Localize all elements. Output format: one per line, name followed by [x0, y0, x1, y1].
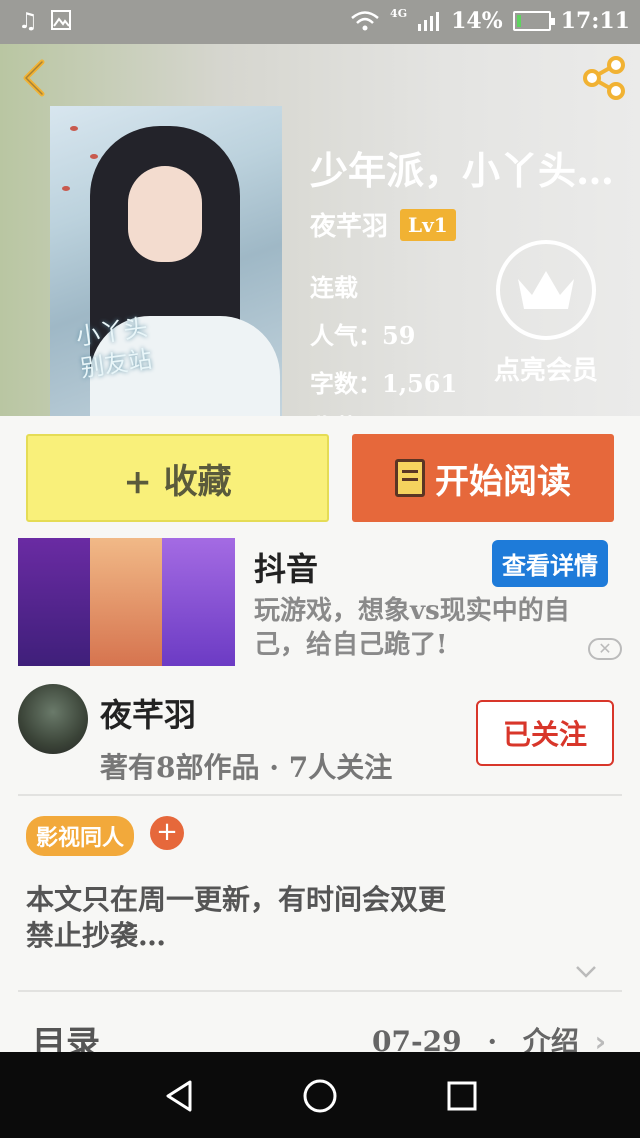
genre-tag[interactable]: 影视同人 [26, 816, 135, 856]
author-stats: 著有8部作品 · 7人关注 [100, 751, 393, 784]
intro-link[interactable]: 介绍 [523, 1025, 579, 1052]
vip-button[interactable]: 点亮会员 [486, 240, 606, 387]
latest-update-date: 07-29 [372, 1025, 462, 1052]
recent-apps-icon[interactable] [442, 1076, 482, 1116]
collect-button[interactable]: + 收藏 [26, 434, 329, 522]
battery-icon [512, 11, 555, 31]
add-tag-button[interactable]: + [150, 816, 184, 850]
clock: 17:11 [560, 8, 630, 34]
book-author[interactable]: 夜芊羽 [310, 206, 388, 243]
status-bar: ♫ 4G 14% 17:11 [0, 0, 640, 44]
chevron-down-icon[interactable] [574, 964, 598, 980]
network-type: 4G [390, 6, 408, 20]
book-intro[interactable]: 本文只在周一更新，有时间会双更 禁止抄袭… [26, 882, 586, 954]
avatar[interactable] [18, 684, 88, 754]
back-nav-icon[interactable] [160, 1076, 200, 1116]
book-title: 少年派，小丫头… [310, 148, 615, 193]
crown-icon [518, 271, 574, 309]
toc-links[interactable]: 07-29 · 介绍 › [372, 1020, 606, 1052]
ad-title: 抖音 [254, 550, 319, 588]
book-popularity: 人气：59 [310, 321, 416, 350]
chevron-right-icon: › [594, 1025, 607, 1052]
divider [18, 990, 622, 992]
image-icon [50, 10, 71, 30]
system-nav-bar [0, 1052, 640, 1138]
book-collect-count: 收藏：1 [310, 408, 399, 416]
book-cover[interactable]: 小丫头 别友站 [50, 106, 282, 416]
music-icon: ♫ [18, 9, 38, 34]
ad-image[interactable] [18, 538, 235, 666]
ad-banner[interactable]: 抖音 查看详情 玩游戏，想象vs现实中的自己，给自己跪了! ✕ [18, 538, 622, 668]
ad-description: 玩游戏，想象vs现实中的自己，给自己跪了! [254, 596, 570, 660]
share-icon[interactable] [580, 54, 628, 102]
start-reading-label: 开始阅读 [435, 461, 571, 502]
battery-percent: 14% [451, 8, 503, 34]
wifi-icon [351, 11, 379, 31]
close-icon[interactable]: ✕ [588, 638, 622, 660]
follow-button[interactable]: 已关注 [476, 700, 614, 766]
book-detail-body: + 收藏 开始阅读 抖音 查看详情 玩游戏，想象vs现实中的自己，给自己跪了! … [0, 416, 640, 1052]
ad-detail-button[interactable]: 查看详情 [492, 540, 608, 587]
level-badge: Lv1 [400, 208, 456, 241]
author-name[interactable]: 夜芊羽 [100, 690, 196, 736]
back-icon[interactable] [14, 56, 58, 100]
author-card[interactable]: 夜芊羽 著有8部作品 · 7人关注 已关注 [18, 684, 622, 794]
divider [18, 794, 622, 796]
home-nav-icon[interactable] [300, 1076, 340, 1116]
book-status: 连载 [310, 273, 358, 302]
toc-separator: · [487, 1025, 498, 1052]
book-icon [395, 459, 425, 497]
book-header: 小丫头 别友站 少年派，小丫头… 夜芊羽 Lv1 连载 人气：59 字数：1,5… [0, 44, 640, 416]
cover-title-art: 小丫头 别友站 [74, 313, 154, 383]
toc-label[interactable]: 目录 [32, 1016, 100, 1052]
start-reading-button[interactable]: 开始阅读 [352, 434, 614, 522]
vip-label: 点亮会员 [493, 356, 598, 386]
signal-icon [418, 12, 440, 31]
book-word-count: 字数：1,561 [310, 369, 458, 398]
